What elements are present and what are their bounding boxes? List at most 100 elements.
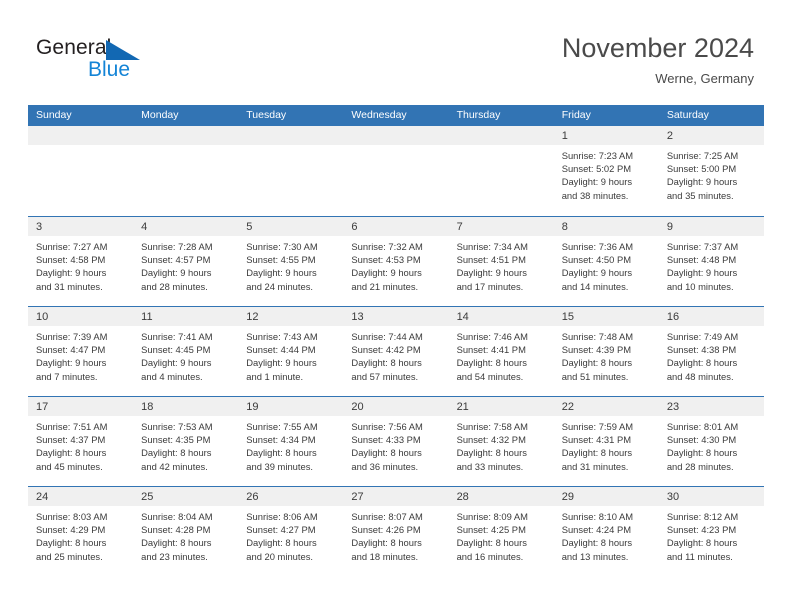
calendar-day-cell[interactable]: 20 Sunrise: 7:56 AM Sunset: 4:33 PM Dayligh…: [343, 397, 449, 486]
daylight-text-line1: Daylight: 8 hours: [561, 537, 633, 549]
day-number: 19: [246, 401, 259, 413]
day-number: 11: [141, 311, 153, 323]
daylight-text-line2: and 24 minutes.: [246, 280, 313, 292]
day-sun-info: Sunrise: 7:46 AM Sunset: 4:41 PM Daylight:…: [449, 326, 554, 383]
day-number: 15: [561, 311, 574, 323]
day-number: 18: [141, 401, 154, 413]
day-number-band: 15: [553, 307, 659, 326]
sunrise-text: Sunrise: 7:44 AM: [351, 331, 423, 342]
day-number: 8: [561, 221, 568, 233]
calendar-day-cell[interactable]: 24 Sunrise: 8:03 AM Sunset: 4:29 PM Dayligh…: [28, 487, 134, 576]
sunset-text: Sunset: 4:42 PM: [351, 344, 421, 356]
day-number: 5: [246, 221, 253, 233]
day-number: 22: [561, 401, 574, 413]
day-sun-info: Sunrise: 7:34 AM Sunset: 4:51 PM Daylight:…: [449, 236, 554, 293]
day-number: 13: [351, 311, 364, 323]
day-number-band: 25: [133, 487, 239, 506]
calendar-week-row: 24 Sunrise: 8:03 AM Sunset: 4:29 PM Dayligh…: [28, 486, 764, 576]
daylight-text-line1: Daylight: 9 hours: [561, 267, 633, 279]
calendar-day-cell[interactable]: 27 Sunrise: 8:07 AM Sunset: 4:26 PM Dayligh…: [343, 487, 449, 576]
calendar-day-cell[interactable]: 29 Sunrise: 8:10 AM Sunset: 4:24 PM Dayligh…: [553, 487, 659, 576]
sunset-text: Sunset: 4:41 PM: [456, 344, 526, 356]
sunset-text: Sunset: 4:28 PM: [141, 524, 211, 536]
day-number-band: 8: [553, 217, 659, 236]
daylight-text-line2: and 39 minutes.: [246, 460, 313, 472]
calendar-day-cell[interactable]: 16 Sunrise: 7:49 AM Sunset: 4:38 PM Dayligh…: [658, 307, 764, 396]
day-number-band: [28, 126, 134, 145]
calendar-day-cell[interactable]: 26 Sunrise: 8:06 AM Sunset: 4:27 PM Dayligh…: [238, 487, 344, 576]
calendar-day-cell[interactable]: 21 Sunrise: 7:58 AM Sunset: 4:32 PM Dayligh…: [448, 397, 554, 486]
calendar-day-cell[interactable]: 10 Sunrise: 7:39 AM Sunset: 4:47 PM Dayligh…: [28, 307, 134, 396]
calendar-day-cell[interactable]: 4 Sunrise: 7:28 AM Sunset: 4:57 PM Daylight…: [133, 217, 239, 306]
daylight-text-line2: and 23 minutes.: [141, 550, 208, 562]
day-sun-info: Sunrise: 7:39 AM Sunset: 4:47 PM Daylight:…: [28, 326, 133, 383]
day-number: 10: [36, 311, 49, 323]
calendar-day-cell[interactable]: 17 Sunrise: 7:51 AM Sunset: 4:37 PM Dayligh…: [28, 397, 134, 486]
daylight-text-line1: Daylight: 8 hours: [36, 447, 107, 459]
calendar-day-cell[interactable]: 30 Sunrise: 8:12 AM Sunset: 4:23 PM Dayligh…: [658, 487, 764, 576]
calendar-day-cell[interactable]: 22 Sunrise: 7:59 AM Sunset: 4:31 PM Dayligh…: [553, 397, 659, 486]
day-number-band: 30: [658, 487, 764, 506]
logo-text-blue: Blue: [88, 58, 131, 81]
daylight-text-line2: and 35 minutes.: [666, 189, 734, 201]
calendar-day-cell[interactable]: 5 Sunrise: 7:30 AM Sunset: 4:55 PM Daylight…: [238, 217, 344, 306]
calendar-day-cell[interactable]: 9 Sunrise: 7:37 AM Sunset: 4:48 PM Daylight…: [658, 217, 764, 306]
calendar-day-cell[interactable]: 12 Sunrise: 7:43 AM Sunset: 4:44 PM Dayligh…: [238, 307, 344, 396]
day-number-band: 23: [658, 397, 764, 416]
day-number-band: 17: [28, 397, 134, 416]
day-number: 3: [36, 221, 43, 233]
daylight-text-line2: and 16 minutes.: [456, 550, 524, 562]
calendar-day-cell[interactable]: 13 Sunrise: 7:44 AM Sunset: 4:42 PM Dayligh…: [343, 307, 449, 396]
calendar-day-cell[interactable]: 6 Sunrise: 7:32 AM Sunset: 4:53 PM Daylight…: [343, 217, 449, 306]
sunrise-text: Sunrise: 7:28 AM: [141, 241, 213, 252]
day-sun-info: Sunrise: 7:23 AM Sunset: 5:02 PM Daylight:…: [554, 145, 659, 202]
calendar-day-cell[interactable]: 8 Sunrise: 7:36 AM Sunset: 4:50 PM Daylight…: [553, 217, 659, 306]
calendar-day-cell[interactable]: 19 Sunrise: 7:55 AM Sunset: 4:34 PM Dayligh…: [238, 397, 344, 486]
day-number-band: 16: [658, 307, 764, 326]
sunrise-text: Sunrise: 8:09 AM: [456, 511, 528, 522]
daylight-text-line1: Daylight: 9 hours: [141, 267, 212, 279]
calendar-day-cell[interactable]: 14 Sunrise: 7:46 AM Sunset: 4:41 PM Dayligh…: [448, 307, 554, 396]
daylight-text-line2: and 4 minutes.: [141, 370, 203, 382]
general-blue-logo[interactable]: General Blue: [36, 36, 166, 88]
calendar-day-cell[interactable]: 25 Sunrise: 8:04 AM Sunset: 4:28 PM Dayligh…: [133, 487, 239, 576]
calendar-day-cell[interactable]: 18 Sunrise: 7:53 AM Sunset: 4:35 PM Dayligh…: [133, 397, 239, 486]
calendar-day-cell-empty: [238, 126, 344, 216]
daylight-text-line2: and 10 minutes.: [666, 280, 734, 292]
sunrise-text: Sunrise: 7:30 AM: [246, 241, 318, 252]
calendar-day-cell[interactable]: 2 Sunrise: 7:25 AM Sunset: 5:00 PM Daylight…: [658, 126, 764, 216]
calendar-day-cell[interactable]: 15 Sunrise: 7:48 AM Sunset: 4:39 PM Dayligh…: [553, 307, 659, 396]
daylight-text-line2: and 11 minutes.: [666, 550, 733, 562]
calendar-day-cell[interactable]: 11 Sunrise: 7:41 AM Sunset: 4:45 PM Dayligh…: [133, 307, 239, 396]
day-number-band: [133, 126, 239, 145]
sunset-text: Sunset: 4:55 PM: [246, 254, 316, 266]
calendar-day-cell[interactable]: 1 Sunrise: 7:23 AM Sunset: 5:02 PM Daylight…: [553, 126, 659, 216]
day-number: 24: [36, 491, 49, 503]
sunset-text: Sunset: 4:23 PM: [666, 524, 737, 536]
day-number-band: 21: [448, 397, 554, 416]
day-number: 1: [561, 130, 568, 142]
logo-triangle-icon: [106, 40, 140, 60]
calendar-day-cell[interactable]: 23 Sunrise: 8:01 AM Sunset: 4:30 PM Dayligh…: [658, 397, 764, 486]
sunset-text: Sunset: 4:48 PM: [666, 254, 737, 266]
day-number: 21: [456, 401, 469, 413]
day-sun-info: Sunrise: 7:51 AM Sunset: 4:37 PM Daylight:…: [28, 416, 133, 473]
day-number: 29: [561, 491, 574, 503]
day-number-band: 9: [658, 217, 764, 236]
sunset-text: Sunset: 4:39 PM: [561, 344, 632, 356]
sunset-text: Sunset: 4:31 PM: [561, 434, 632, 446]
day-sun-info: Sunrise: 7:55 AM Sunset: 4:34 PM Daylight:…: [238, 416, 343, 473]
calendar-day-cell[interactable]: 7 Sunrise: 7:34 AM Sunset: 4:51 PM Daylight…: [448, 217, 554, 306]
daylight-text-line2: and 51 minutes.: [561, 370, 629, 382]
weekday-header-monday: Monday: [141, 109, 179, 121]
weekday-header-wednesday: Wednesday: [351, 109, 407, 121]
day-sun-info: Sunrise: 7:48 AM Sunset: 4:39 PM Daylight:…: [554, 326, 659, 383]
calendar-day-cell[interactable]: 3 Sunrise: 7:27 AM Sunset: 4:58 PM Daylight…: [28, 217, 134, 306]
day-number-band: 6: [343, 217, 449, 236]
day-number-band: [238, 126, 344, 145]
day-number-band: 18: [133, 397, 239, 416]
calendar-day-cell[interactable]: 28 Sunrise: 8:09 AM Sunset: 4:25 PM Dayligh…: [448, 487, 554, 576]
page-subtitle: Werne, Germany: [655, 71, 754, 86]
day-number-band: 2: [658, 126, 764, 145]
title-block: November 2024 Werne, Germany: [562, 32, 754, 87]
